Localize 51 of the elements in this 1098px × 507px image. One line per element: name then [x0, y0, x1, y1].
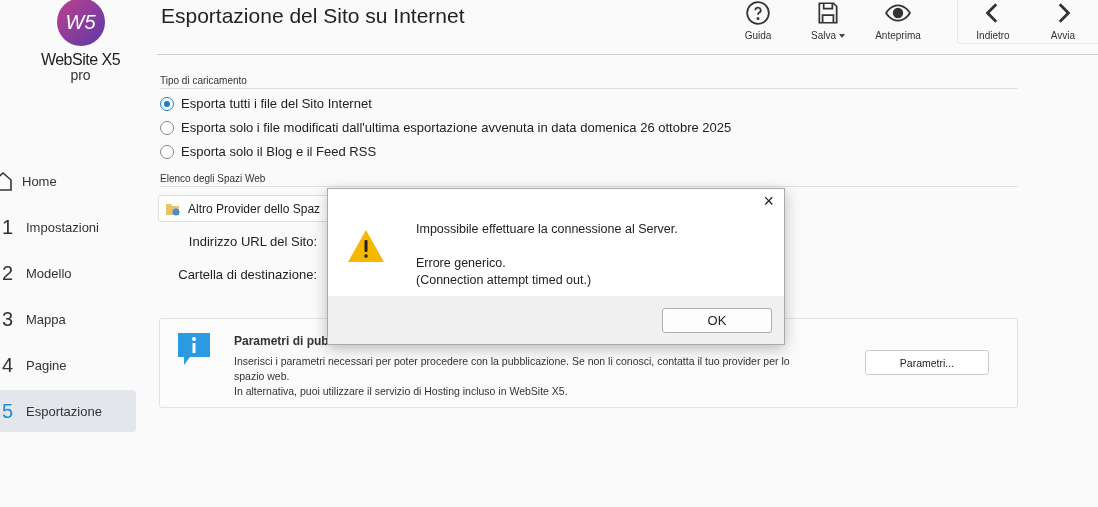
help-button[interactable]: Guida [723, 0, 793, 42]
sidebar-label: Mappa [26, 311, 66, 327]
error-detail: Errore generico. [416, 255, 507, 272]
radio-label: Esporta solo i file modificati dall'ultima esportazione avvenuta in data domenica 26 ottobre 2025 [181, 120, 732, 135]
radio-label: Esporta solo il Blog e il Feed RSS [181, 144, 377, 159]
error-detail: (Connection attempt timed out.) [416, 272, 593, 289]
parameters-button[interactable]: Parametri... [865, 350, 989, 375]
section-label: Elenco degli Spazi Web [160, 173, 1018, 187]
sidebar-label: Modello [26, 265, 72, 281]
folder-globe-icon [165, 201, 181, 216]
sidebar-label: Esportazione [26, 403, 102, 419]
next-button[interactable]: Avvia [1028, 0, 1098, 42]
error-message: Impossibile effettuare la connessione al Server. [416, 221, 678, 238]
logo-edition: pro [70, 69, 91, 81]
sidebar-item[interactable]: Home [0, 160, 136, 202]
save-button[interactable]: Salva [793, 0, 863, 42]
field-label: Indirizzo URL del Sito: [188, 234, 317, 251]
info-icon [176, 331, 212, 367]
ok-button[interactable]: OK [662, 307, 772, 333]
radio-button[interactable] [160, 144, 174, 159]
radio-option[interactable]: Esporta tutti i file del Sito Internet [160, 94, 1098, 113]
step-number: 3 [2, 307, 15, 331]
step-number: 1 [2, 215, 15, 239]
radio-option[interactable]: Esporta solo il Blog e il Feed RSS [160, 142, 1098, 161]
radio-button[interactable] [160, 120, 174, 135]
preview-button[interactable]: Anteprima [863, 0, 933, 42]
section-label: Tipo di caricamento [160, 75, 1018, 89]
page-title: Esportazione del Sito su Internet [161, 4, 466, 28]
sidebar-item[interactable]: 5 Esportazione [0, 390, 136, 432]
sidebar-item[interactable]: 1 Impostazioni [0, 206, 136, 248]
sidebar-item[interactable]: 4 Pagine [0, 344, 136, 386]
help-icon [745, 0, 771, 26]
caret-icon [839, 33, 845, 38]
close-button[interactable]: × [759, 191, 778, 212]
field-label: Cartella di destinazione: [178, 267, 317, 284]
sidebar-label: Pagine [26, 357, 67, 373]
warning-icon [347, 229, 385, 263]
step-number: 2 [2, 261, 15, 285]
sidebar-item[interactable]: 2 Modello [0, 252, 136, 294]
radio-option[interactable]: Esporta solo i file modificati dall'ultima esportazione avvenuta in data domenica 26 ottobre 2025 [160, 118, 1098, 137]
sidebar-item[interactable]: 3 Mappa [0, 298, 136, 340]
step-number: 4 [2, 353, 15, 377]
logo-name: WebSite X5 [40, 51, 121, 69]
step-number: 5 [2, 399, 15, 423]
sidebar-label: Impostazioni [26, 219, 99, 235]
panel-text: Inserisci i parametri necessari per poter procedere con la pubblicazione. Se non li conosci, contatta il tuo provider per lo spazio web. In alternativa, puoi utilizzare il servizio di Hosting incluso in WebSite X5. [234, 354, 791, 399]
back-button[interactable]: Indietro [958, 0, 1028, 42]
sidebar-label: Home [22, 173, 57, 189]
radio-button[interactable] [160, 96, 174, 111]
logo-mark: W5 [56, 0, 105, 46]
radio-label: Esporta tutti i file del Sito Internet [181, 96, 372, 111]
